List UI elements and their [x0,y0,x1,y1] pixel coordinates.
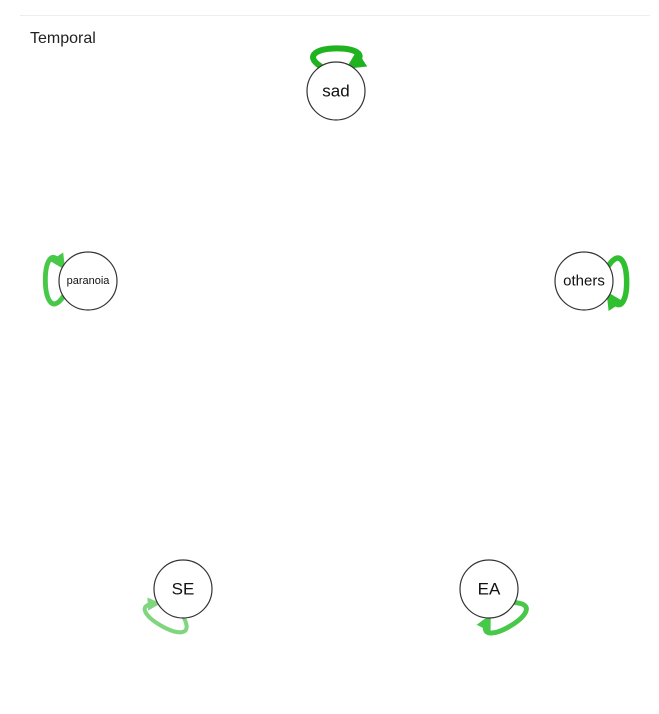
network-graph: sad others EA SE paranoia [42,45,630,636]
node-label: others [563,273,605,290]
node-sad: sad [306,61,366,121]
edges-layer [42,45,630,636]
node-others: others [554,251,614,311]
node-label: paranoia [67,275,111,287]
node-ea: EA [459,559,519,619]
node-paranoia: paranoia [58,251,118,311]
node-label: SE [172,580,195,599]
node-label: sad [322,82,349,101]
nodes-layer: sad others EA SE paranoia [58,61,614,619]
node-label: EA [478,580,501,599]
node-se: SE [153,559,213,619]
